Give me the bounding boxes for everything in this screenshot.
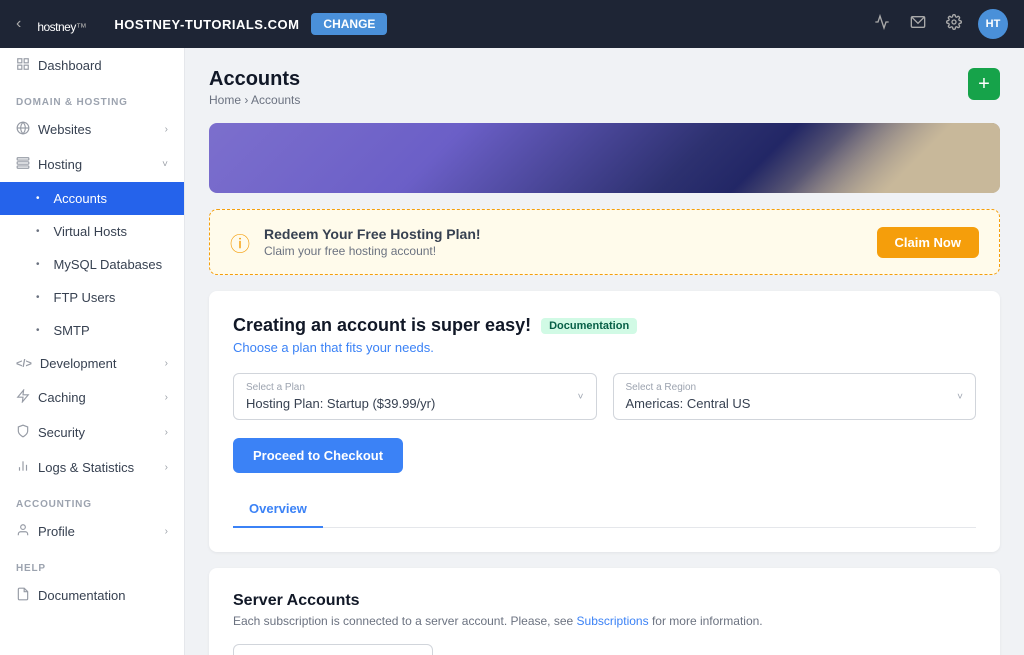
change-domain-button[interactable]: CHANGE: [311, 13, 387, 35]
create-subtitle: Choose a plan that fits your needs.: [233, 340, 976, 355]
hosting-icon: [16, 156, 30, 173]
breadcrumb-sep: ›: [244, 93, 248, 107]
profile-icon: [16, 523, 30, 540]
documentation-badge[interactable]: Documentation: [541, 318, 637, 334]
region-select-label: Select a Region: [626, 382, 964, 393]
development-icon: </>: [16, 358, 32, 370]
chevron-right-icon: ›: [165, 358, 168, 369]
sidebar-item-documentation[interactable]: Documentation: [0, 578, 184, 613]
plan-select-label: Select a Plan: [246, 382, 584, 393]
breadcrumb-home[interactable]: Home: [209, 93, 241, 107]
promo-title: Redeem Your Free Hosting Plan!: [264, 226, 481, 242]
sidebar-label-smtp: SMTP: [54, 323, 90, 338]
server-accounts-title: Server Accounts: [233, 592, 976, 610]
plan-select[interactable]: Select a Plan Hosting Plan: Startup ($39…: [233, 373, 597, 420]
security-icon: [16, 424, 30, 441]
plan-region-selects: Select a Plan Hosting Plan: Startup ($39…: [233, 373, 976, 420]
sidebar-item-dashboard[interactable]: Dashboard: [0, 48, 184, 83]
sidebar-section-accounting: ACCOUNTING: [0, 485, 184, 514]
sidebar-item-profile[interactable]: Profile ›: [0, 514, 184, 549]
main-content: Accounts Home › Accounts + ⓘ Redeem Your…: [185, 48, 1024, 655]
logo: hostney™: [37, 11, 86, 37]
region-select-value: Americas: Central US: [626, 396, 964, 411]
subscriptions-link[interactable]: Subscriptions: [577, 614, 649, 628]
page-header: Accounts Home › Accounts +: [209, 68, 1000, 107]
sidebar-label-virtual-hosts: Virtual Hosts: [54, 224, 127, 239]
account-tabs: Overview: [233, 491, 976, 528]
sidebar-item-caching[interactable]: Caching ›: [0, 380, 184, 415]
sidebar-label-documentation: Documentation: [38, 588, 125, 603]
sidebar-item-virtual-hosts[interactable]: Virtual Hosts: [0, 215, 184, 248]
sidebar-item-websites[interactable]: Websites ›: [0, 112, 184, 147]
sidebar-label-logs: Logs & Statistics: [38, 460, 134, 475]
caching-icon: [16, 389, 30, 406]
back-button[interactable]: ‹: [16, 15, 21, 33]
logs-icon: [16, 459, 30, 476]
region-chevron-icon: ˅: [957, 391, 963, 402]
sidebar: Dashboard DOMAIN & HOSTING Websites › Ho…: [0, 48, 185, 655]
breadcrumb-current: Accounts: [251, 93, 300, 107]
checkout-button[interactable]: Proceed to Checkout: [233, 438, 403, 473]
chevron-down-icon: ˅: [162, 159, 168, 170]
tab-overview[interactable]: Overview: [233, 491, 323, 528]
chevron-right-icon: ›: [165, 462, 168, 473]
add-account-button[interactable]: +: [968, 68, 1000, 100]
promo-info-icon: ⓘ: [230, 228, 250, 257]
activity-icon[interactable]: [870, 10, 894, 39]
chevron-right-icon: ›: [165, 427, 168, 438]
sidebar-item-development[interactable]: </> Development ›: [0, 347, 184, 380]
create-account-card: Creating an account is super easy! Docum…: [209, 291, 1000, 552]
sidebar-item-smtp[interactable]: SMTP: [0, 314, 184, 347]
sidebar-label-websites: Websites: [38, 122, 91, 137]
server-accounts-card: Server Accounts Each subscription is con…: [209, 568, 1000, 655]
sidebar-label-hosting: Hosting: [38, 157, 82, 172]
search-input[interactable]: [233, 644, 433, 655]
user-avatar[interactable]: HT: [978, 9, 1008, 39]
page-title: Accounts: [209, 68, 300, 91]
plan-chevron-icon: ˅: [578, 391, 584, 402]
sidebar-label-profile: Profile: [38, 524, 75, 539]
sidebar-item-logs[interactable]: Logs & Statistics ›: [0, 450, 184, 485]
create-title: Creating an account is super easy!: [233, 315, 531, 336]
promo-banner: ⓘ Redeem Your Free Hosting Plan! Claim y…: [209, 209, 1000, 275]
sidebar-label-mysql: MySQL Databases: [54, 257, 163, 272]
sidebar-item-hosting[interactable]: Hosting ˅: [0, 147, 184, 182]
chevron-right-icon: ›: [165, 392, 168, 403]
chevron-right-icon: ›: [165, 124, 168, 135]
region-select[interactable]: Select a Region Americas: Central US ˅: [613, 373, 977, 420]
domain-label: HOSTNEY-TUTORIALS.COM: [114, 17, 299, 32]
server-accounts-subtitle: Each subscription is connected to a serv…: [233, 614, 976, 628]
create-heading: Creating an account is super easy! Docum…: [233, 315, 976, 336]
documentation-icon: [16, 587, 30, 604]
claim-now-button[interactable]: Claim Now: [877, 227, 979, 258]
settings-icon[interactable]: [942, 10, 966, 39]
dashboard-icon: [16, 57, 30, 74]
top-navigation: ‹ hostney™ HOSTNEY-TUTORIALS.COM CHANGE …: [0, 0, 1024, 48]
sidebar-label-dashboard: Dashboard: [38, 58, 102, 73]
mail-icon[interactable]: [906, 10, 930, 39]
sidebar-item-ftp[interactable]: FTP Users: [0, 281, 184, 314]
chevron-right-icon: ›: [165, 526, 168, 537]
sidebar-label-caching: Caching: [38, 390, 86, 405]
sidebar-label-accounts: Accounts: [54, 191, 107, 206]
sidebar-label-security: Security: [38, 425, 85, 440]
sidebar-item-accounts[interactable]: Accounts: [0, 182, 184, 215]
websites-icon: [16, 121, 30, 138]
plan-select-value: Hosting Plan: Startup ($39.99/yr): [246, 396, 584, 411]
sidebar-label-development: Development: [40, 356, 117, 371]
sidebar-item-security[interactable]: Security ›: [0, 415, 184, 450]
promo-subtitle: Claim your free hosting account!: [264, 244, 481, 258]
sidebar-item-mysql[interactable]: MySQL Databases: [0, 248, 184, 281]
sidebar-label-ftp: FTP Users: [54, 290, 116, 305]
sidebar-section-help: HELP: [0, 549, 184, 578]
breadcrumb: Home › Accounts: [209, 93, 300, 107]
promotional-banner: [209, 123, 1000, 193]
sidebar-section-domain: DOMAIN & HOSTING: [0, 83, 184, 112]
